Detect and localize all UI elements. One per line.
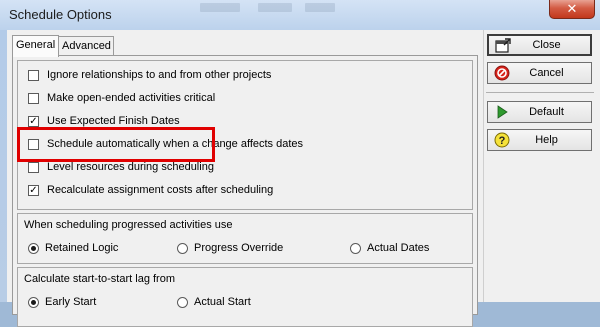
checkbox-label: Ignore relationships to and from other p…: [47, 69, 272, 81]
option-use-expected-finish[interactable]: ✓ Use Expected Finish Dates: [28, 114, 180, 128]
tab-advanced-label: Advanced: [62, 40, 111, 52]
radio-label: Early Start: [45, 296, 97, 308]
radio-button[interactable]: [177, 296, 188, 308]
radio-label: Actual Start: [194, 296, 251, 308]
help-icon: ?: [494, 132, 510, 148]
group-label: When scheduling progressed activities us…: [24, 219, 233, 231]
checkbox-label: Level resources during scheduling: [47, 161, 214, 173]
radio-label: Retained Logic: [45, 242, 119, 254]
cancel-icon: [494, 65, 510, 81]
option-level-resources[interactable]: Level resources during scheduling: [28, 160, 214, 174]
option-ignore-relationships[interactable]: Ignore relationships to and from other p…: [28, 68, 271, 82]
start-to-start-lag-group: Calculate start-to-start lag from Early …: [17, 267, 473, 327]
radio-button-selected[interactable]: [28, 296, 39, 308]
window-title: Schedule Options: [9, 7, 112, 22]
checkbox[interactable]: [28, 69, 39, 81]
radio-actual-start[interactable]: Actual Start: [177, 295, 251, 309]
button-panel-divider: [483, 30, 484, 302]
dialog-client-area: General Advanced Ignore relationships to…: [7, 30, 600, 327]
radio-button-selected[interactable]: [28, 242, 39, 254]
close-icon: ✕: [566, 1, 578, 16]
checkbox-label: Make open-ended activities critical: [47, 92, 216, 104]
help-button[interactable]: ? Help: [487, 129, 592, 151]
background-text-ghost: [258, 3, 292, 12]
default-button[interactable]: Default: [487, 101, 592, 123]
radio-label: Actual Dates: [367, 242, 430, 254]
checkbox-checked[interactable]: ✓: [28, 184, 39, 196]
checkbox-label: Recalculate assignment costs after sched…: [47, 184, 274, 196]
radio-retained-logic[interactable]: Retained Logic: [28, 241, 118, 255]
option-recalculate-costs[interactable]: ✓ Recalculate assignment costs after sch…: [28, 183, 273, 197]
checkbox[interactable]: [28, 161, 39, 173]
title-bar[interactable]: Schedule Options ✕: [0, 0, 600, 30]
svg-text:?: ?: [499, 135, 506, 147]
radio-button[interactable]: [350, 242, 361, 254]
radio-progress-override[interactable]: Progress Override: [177, 241, 283, 255]
close-dialog-icon: [495, 38, 511, 53]
window-close-button[interactable]: ✕: [549, 0, 595, 19]
checkbox-label: Use Expected Finish Dates: [47, 115, 180, 127]
background-text-ghost: [305, 3, 335, 12]
general-tab-panel: Ignore relationships to and from other p…: [12, 55, 478, 327]
radio-button[interactable]: [177, 242, 188, 254]
tab-general[interactable]: General: [12, 35, 59, 57]
cancel-button[interactable]: Cancel: [487, 62, 592, 84]
background-text-ghost: [200, 3, 240, 12]
schedule-options-window: Schedule Options ✕ General Advanced Igno…: [0, 0, 600, 327]
close-button[interactable]: Close: [487, 34, 592, 56]
tab-general-label: General: [16, 39, 56, 51]
checkbox-checked[interactable]: ✓: [28, 115, 39, 127]
radio-early-start[interactable]: Early Start: [28, 295, 96, 309]
checkbox[interactable]: [28, 92, 39, 104]
group-label: Calculate start-to-start lag from: [24, 273, 175, 285]
button-separator: [486, 92, 594, 93]
tab-advanced[interactable]: Advanced: [58, 36, 114, 56]
progressed-activities-group: When scheduling progressed activities us…: [17, 213, 473, 264]
option-open-ended-critical[interactable]: Make open-ended activities critical: [28, 91, 215, 105]
play-arrow-icon: [497, 105, 508, 119]
radio-actual-dates[interactable]: Actual Dates: [350, 241, 429, 255]
red-highlight-box: [17, 127, 215, 162]
radio-label: Progress Override: [194, 242, 284, 254]
